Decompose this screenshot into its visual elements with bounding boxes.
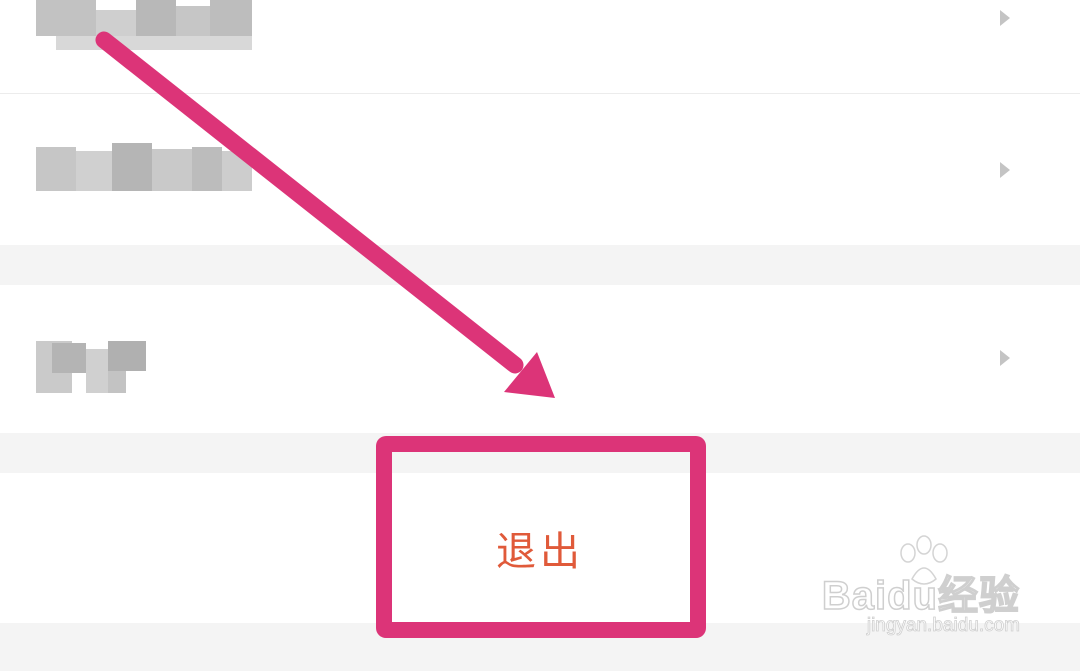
redacted-label [36, 143, 252, 199]
section-divider [0, 245, 1080, 285]
logout-row[interactable]: 退出 [0, 473, 1080, 623]
settings-item-1[interactable] [0, 0, 1080, 94]
chevron-right-icon [1000, 162, 1010, 178]
redacted-label [36, 0, 252, 54]
settings-item-3[interactable] [0, 285, 1080, 433]
section-divider [0, 433, 1080, 473]
chevron-right-icon [1000, 10, 1010, 26]
section-divider [0, 623, 1080, 671]
logout-button[interactable]: 退出 [0, 473, 1080, 623]
chevron-right-icon [1000, 350, 1010, 366]
settings-item-2[interactable] [0, 95, 1080, 245]
redacted-label [36, 337, 146, 397]
